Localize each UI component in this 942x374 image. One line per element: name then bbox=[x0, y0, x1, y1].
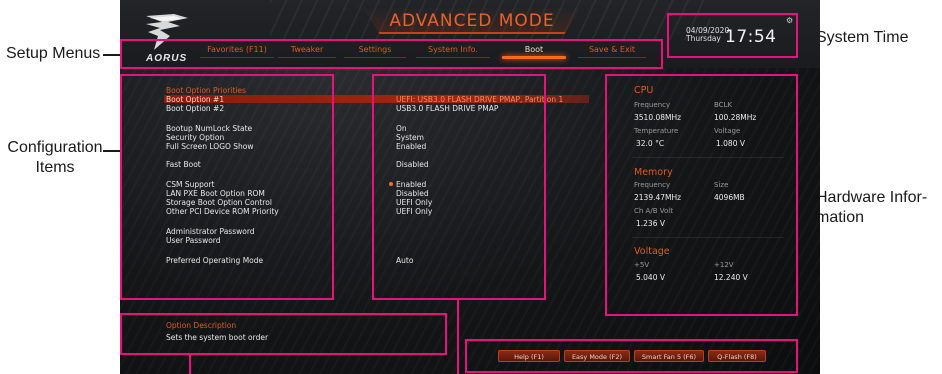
logo-show-value[interactable]: Enabled bbox=[396, 142, 426, 151]
tab-save-exit-underline bbox=[578, 57, 646, 58]
lan-pxe-value[interactable]: Disabled bbox=[396, 189, 429, 198]
hw-memory-frequency-value: 2139.47MHz bbox=[634, 193, 682, 202]
tab-boot-active-indicator bbox=[502, 56, 566, 59]
csm-support-value[interactable]: Enabled bbox=[396, 180, 426, 189]
easy-mode-button[interactable]: Easy Mode (F2) bbox=[564, 350, 630, 362]
csm-support-label[interactable]: CSM Support bbox=[166, 180, 215, 189]
storage-boot-label[interactable]: Storage Boot Option Control bbox=[166, 198, 272, 207]
numlock-state-value[interactable]: On bbox=[396, 124, 407, 133]
logo-show-label[interactable]: Full Screen LOGO Show bbox=[166, 142, 254, 151]
tab-system-info-underline bbox=[416, 57, 490, 58]
tab-save-exit[interactable]: Save & Exit bbox=[580, 45, 644, 54]
callout-hardware-line1: Hardware Infor- bbox=[816, 189, 928, 206]
fast-boot-value[interactable]: Disabled bbox=[396, 160, 429, 169]
fast-boot-label[interactable]: Fast Boot bbox=[166, 160, 201, 169]
hw-voltage-5v-label: +5V bbox=[634, 261, 650, 269]
tab-favorites[interactable]: Favorites (F11) bbox=[202, 45, 272, 54]
q-flash-button[interactable]: Q-Flash (F8) bbox=[708, 350, 766, 362]
hw-memory-title: Memory bbox=[634, 167, 673, 178]
tab-favorites-underline bbox=[200, 57, 274, 58]
clock-day: Thursday bbox=[686, 34, 721, 43]
page-title: ADVANCED MODE bbox=[389, 11, 555, 31]
hw-cpu-voltage-label: Voltage bbox=[714, 127, 741, 135]
preferred-mode-value[interactable]: Auto bbox=[396, 256, 413, 265]
hw-voltage-title: Voltage bbox=[634, 246, 670, 257]
numlock-state-label[interactable]: Bootup NumLock State bbox=[166, 124, 252, 133]
callout-configuration-line2: Items bbox=[35, 159, 75, 176]
tab-tweaker-underline bbox=[278, 57, 336, 58]
pci-rom-label[interactable]: Other PCI Device ROM Priority bbox=[166, 207, 279, 216]
bios-screen: AORUS ADVANCED MODE Favorites (F11) Twea… bbox=[120, 0, 820, 374]
gear-icon[interactable]: ⚙ bbox=[786, 16, 793, 25]
hw-memory-size-label: Size bbox=[714, 181, 729, 189]
help-button[interactable]: Help (F1) bbox=[498, 350, 560, 362]
hw-memory-chvolt-label: Ch A/B Volt bbox=[634, 207, 673, 215]
hw-separator-memory bbox=[632, 237, 784, 238]
hw-memory-chvolt-value: 1.236 V bbox=[636, 219, 665, 228]
clock-time: 17:54 bbox=[725, 27, 777, 47]
tab-settings[interactable]: Settings bbox=[346, 45, 404, 54]
hw-separator-cpu bbox=[632, 157, 784, 158]
hw-memory-frequency-label: Frequency bbox=[634, 181, 671, 189]
csm-indicator-dot bbox=[389, 182, 393, 186]
boot-option-1-value[interactable]: UEFI: USB3.0 FLASH DRIVE PMAP, Partition… bbox=[396, 95, 563, 104]
hw-cpu-bclk-label: BCLK bbox=[714, 101, 733, 109]
hw-voltage-12v-label: +12V bbox=[714, 261, 734, 269]
hw-cpu-title: CPU bbox=[634, 85, 654, 96]
boot-option-1-label[interactable]: Boot Option #1 bbox=[166, 95, 224, 104]
boot-priorities-heading: Boot Option Priorities bbox=[166, 86, 246, 95]
callout-setup-menus: Setup Menus bbox=[6, 45, 101, 62]
lan-pxe-label[interactable]: LAN PXE Boot Option ROM bbox=[166, 189, 265, 198]
hw-cpu-temperature-label: Temperature bbox=[634, 127, 679, 135]
option-description-text: Sets the system boot order bbox=[166, 333, 269, 342]
callout-configuration-line1: Configuration bbox=[7, 139, 103, 156]
hw-memory-size-value: 4096MB bbox=[714, 193, 745, 202]
hw-cpu-bclk-value: 100.28MHz bbox=[714, 113, 757, 122]
tab-system-info[interactable]: System Info. bbox=[418, 45, 488, 54]
pci-rom-value[interactable]: UEFI Only bbox=[396, 207, 432, 216]
hw-cpu-voltage-value: 1.080 V bbox=[716, 139, 745, 148]
smart-fan-button[interactable]: Smart Fan 5 (F6) bbox=[634, 350, 704, 362]
hw-voltage-5v-value: 5.040 V bbox=[636, 273, 665, 282]
boot-option-2-value[interactable]: USB3.0 FLASH DRIVE PMAP bbox=[396, 104, 498, 113]
clock-date-block: 04/09/2020 Thursday bbox=[686, 27, 729, 43]
callout-configuration-items: Configuration Items bbox=[6, 138, 104, 178]
tab-tweaker[interactable]: Tweaker bbox=[280, 45, 334, 54]
tab-boot[interactable]: Boot bbox=[504, 45, 564, 54]
callout-system-time: System Time bbox=[816, 29, 909, 46]
hw-cpu-frequency-label: Frequency bbox=[634, 101, 671, 109]
callout-hardware-line2: mation bbox=[816, 209, 865, 226]
security-option-value[interactable]: System bbox=[396, 133, 424, 142]
preferred-mode-label[interactable]: Preferred Operating Mode bbox=[166, 256, 263, 265]
hw-cpu-temperature-value: 32.0 °C bbox=[636, 139, 665, 148]
storage-boot-value[interactable]: UEFI Only bbox=[396, 198, 432, 207]
brand-logo-text: AORUS bbox=[146, 53, 188, 64]
callout-hardware-information: Hardware Infor- mation bbox=[816, 188, 927, 228]
option-description-title: Option Description bbox=[166, 321, 237, 330]
system-time-panel[interactable]: 04/09/2020 Thursday 17:54 ⚙ bbox=[670, 12, 800, 52]
eagle-logo-icon bbox=[146, 14, 188, 50]
security-option-label[interactable]: Security Option bbox=[166, 133, 224, 142]
hw-voltage-12v-value: 12.240 V bbox=[714, 273, 748, 282]
hw-cpu-frequency-value: 3510.08MHz bbox=[634, 113, 682, 122]
boot-option-2-label[interactable]: Boot Option #2 bbox=[166, 104, 224, 113]
tab-settings-underline bbox=[344, 57, 406, 58]
user-password-label[interactable]: User Password bbox=[166, 236, 221, 245]
admin-password-label[interactable]: Administrator Password bbox=[166, 227, 255, 236]
